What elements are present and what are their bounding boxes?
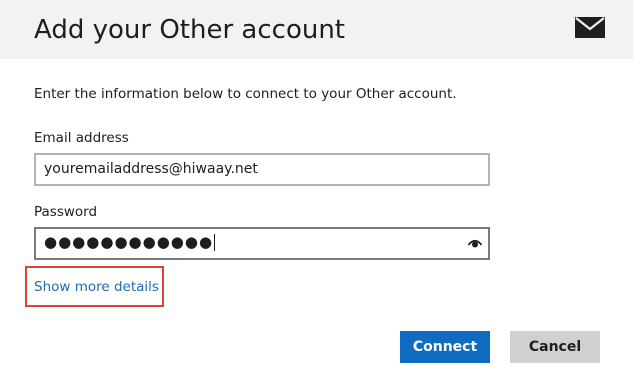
connect-button[interactable]: Connect <box>400 331 490 363</box>
show-more-details-link[interactable]: Show more details <box>34 279 159 295</box>
password-field[interactable]: ●●●●●●●●●●●● <box>34 227 490 260</box>
password-label: Password <box>34 204 98 220</box>
eye-icon[interactable] <box>468 238 482 248</box>
dialog-header: Add your Other account <box>0 0 633 59</box>
cancel-button[interactable]: Cancel <box>510 331 600 363</box>
email-label: Email address <box>34 130 129 146</box>
password-value: ●●●●●●●●●●●● <box>44 233 216 251</box>
intro-text: Enter the information below to connect t… <box>34 86 457 102</box>
email-value: youremailaddress@hiwaay.net <box>44 161 258 177</box>
mail-icon <box>575 17 605 38</box>
dialog-title: Add your Other account <box>34 15 345 45</box>
password-dots: ●●●●●●●●●●●● <box>44 233 214 251</box>
email-field[interactable]: youremailaddress@hiwaay.net <box>34 153 490 186</box>
text-caret <box>214 234 216 251</box>
add-account-dialog: Add your Other account Enter the informa… <box>0 0 633 372</box>
